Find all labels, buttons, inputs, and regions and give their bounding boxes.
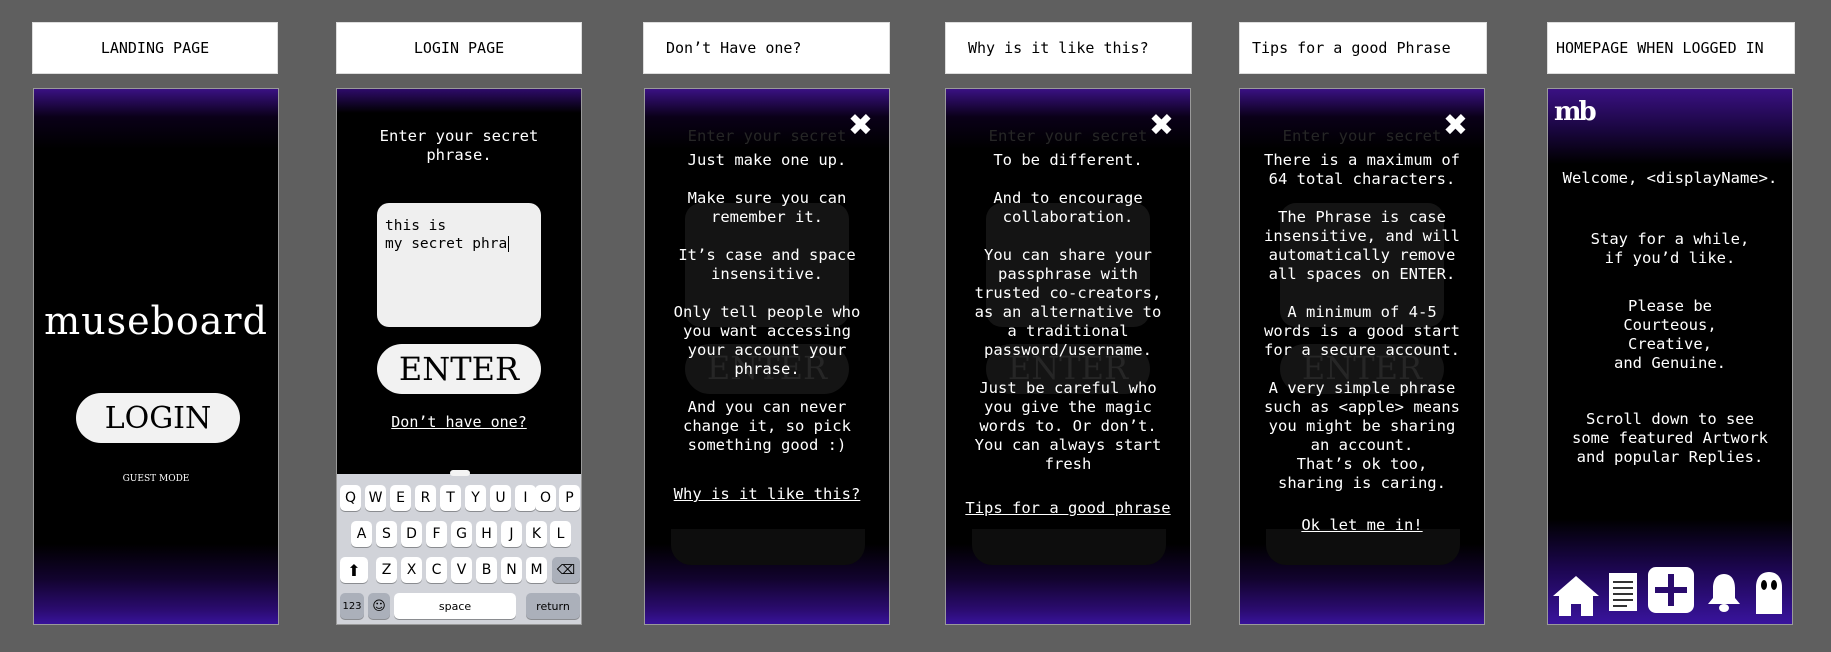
key-s[interactable]: S [376, 521, 397, 547]
add-post-icon[interactable] [1647, 566, 1695, 614]
return-key[interactable]: return [526, 593, 580, 619]
label-homepage-logged-in: HOMEPAGE WHEN LOGGED IN [1547, 22, 1795, 74]
shift-arrow-icon: ⬆ [347, 560, 361, 580]
close-icon[interactable]: ✖ [1443, 111, 1468, 141]
secret-phrase-value: this is my secret phra [385, 218, 508, 252]
key-k[interactable]: K [526, 521, 547, 547]
keyboard-handle [450, 470, 470, 476]
dont-have-one-link[interactable]: Don’t have one? [337, 413, 581, 432]
home-icon[interactable] [1551, 574, 1601, 618]
key-e[interactable]: E [390, 485, 411, 511]
document-icon[interactable] [1608, 572, 1638, 612]
key-f[interactable]: F [426, 521, 447, 547]
tips-body: There is a maximum of 64 total character… [1264, 151, 1460, 492]
scroll-down-text: Scroll down to see some featured Artwork… [1572, 410, 1768, 466]
key-o[interactable]: O [535, 485, 556, 511]
homepage-screen: mb Welcome, <displayName>. Stay for a wh… [1547, 88, 1793, 625]
key-q[interactable]: Q [340, 485, 361, 511]
mb-logo[interactable]: mb [1554, 97, 1597, 127]
secret-phrase-input[interactable]: this is my secret phra [377, 203, 541, 327]
space-key[interactable]: space [394, 593, 516, 619]
key-p[interactable]: P [559, 485, 580, 511]
key-t[interactable]: T [440, 485, 461, 511]
key-y[interactable]: Y [465, 485, 486, 511]
key-j[interactable]: J [501, 521, 522, 547]
close-icon[interactable]: ✖ [1149, 111, 1174, 141]
label-login-page: LOGIN PAGE [336, 22, 582, 74]
key-n[interactable]: N [501, 557, 522, 583]
welcome-text: Welcome, <displayName>. [1562, 169, 1778, 187]
key-x[interactable]: X [401, 557, 422, 583]
ghost-panel-base [972, 529, 1166, 565]
text-cursor [508, 236, 510, 252]
key-z[interactable]: Z [376, 557, 397, 583]
brand-wordmark: museboard [44, 299, 268, 343]
key-u[interactable]: U [490, 485, 511, 511]
tips-good-phrase-link[interactable]: Tips for a good phrase [946, 499, 1190, 518]
dont-have-one-screen: Enter your secret ENTER ✖ Just make one … [644, 88, 890, 625]
numbers-key[interactable]: 123 [340, 593, 364, 619]
key-d[interactable]: D [401, 521, 422, 547]
dont-have-one-body: Just make one up. Make sure you can reme… [673, 151, 861, 454]
label-dont-have-one: Don’t Have one? [643, 22, 890, 74]
close-icon[interactable]: ✖ [848, 111, 873, 141]
key-b[interactable]: B [476, 557, 497, 583]
key-w[interactable]: W [365, 485, 386, 511]
profile-ghost-icon[interactable] [1752, 570, 1786, 616]
ghost-panel-base [671, 529, 865, 565]
key-l[interactable]: L [550, 521, 571, 547]
key-r[interactable]: R [415, 485, 436, 511]
label-tips-good-phrase: Tips for a good Phrase [1239, 22, 1487, 74]
emoji-icon: ☺ [372, 598, 386, 614]
enter-button[interactable]: ENTER [377, 344, 541, 394]
label-why-like-this: Why is it like this? [945, 22, 1192, 74]
key-g[interactable]: G [451, 521, 472, 547]
secret-phrase-prompt: Enter your secret phrase. [379, 127, 539, 164]
backspace-icon: ⌫ [556, 562, 576, 578]
keyboard: Q W E R T Y U I O P A S D F G H J K L ⬆ … [337, 470, 581, 624]
notifications-bell-icon[interactable] [1706, 572, 1742, 614]
emoji-key[interactable]: ☺ [368, 593, 390, 619]
login-button[interactable]: LOGIN [76, 393, 240, 443]
why-body: To be different. And to encourage collab… [974, 151, 1162, 473]
key-h[interactable]: H [476, 521, 497, 547]
bottom-nav [1548, 564, 1792, 624]
login-screen: Enter your secret phrase. this is my sec… [336, 88, 582, 625]
why-like-this-link[interactable]: Why is it like this? [645, 485, 889, 504]
key-v[interactable]: V [451, 557, 472, 583]
stay-text: Stay for a while, if you’d like. [1590, 230, 1750, 267]
backspace-key[interactable]: ⌫ [552, 557, 580, 583]
key-c[interactable]: C [426, 557, 447, 583]
guest-mode-link[interactable]: GUEST MODE [34, 474, 278, 484]
key-a[interactable]: A [351, 521, 372, 547]
label-landing-page: LANDING PAGE [32, 22, 278, 74]
key-i[interactable]: I [515, 485, 536, 511]
key-m[interactable]: M [526, 557, 547, 583]
landing-screen: museboard LOGIN GUEST MODE [33, 88, 279, 625]
ok-let-me-in-link[interactable]: Ok let me in! [1240, 516, 1484, 535]
please-be-text: Please be Courteous, Creative, and Genui… [1614, 297, 1726, 372]
tips-screen: Enter your secret ENTER ✖ There is a max… [1239, 88, 1485, 625]
why-screen: Enter your secret ENTER ✖ To be differen… [945, 88, 1191, 625]
shift-key[interactable]: ⬆ [340, 557, 368, 583]
